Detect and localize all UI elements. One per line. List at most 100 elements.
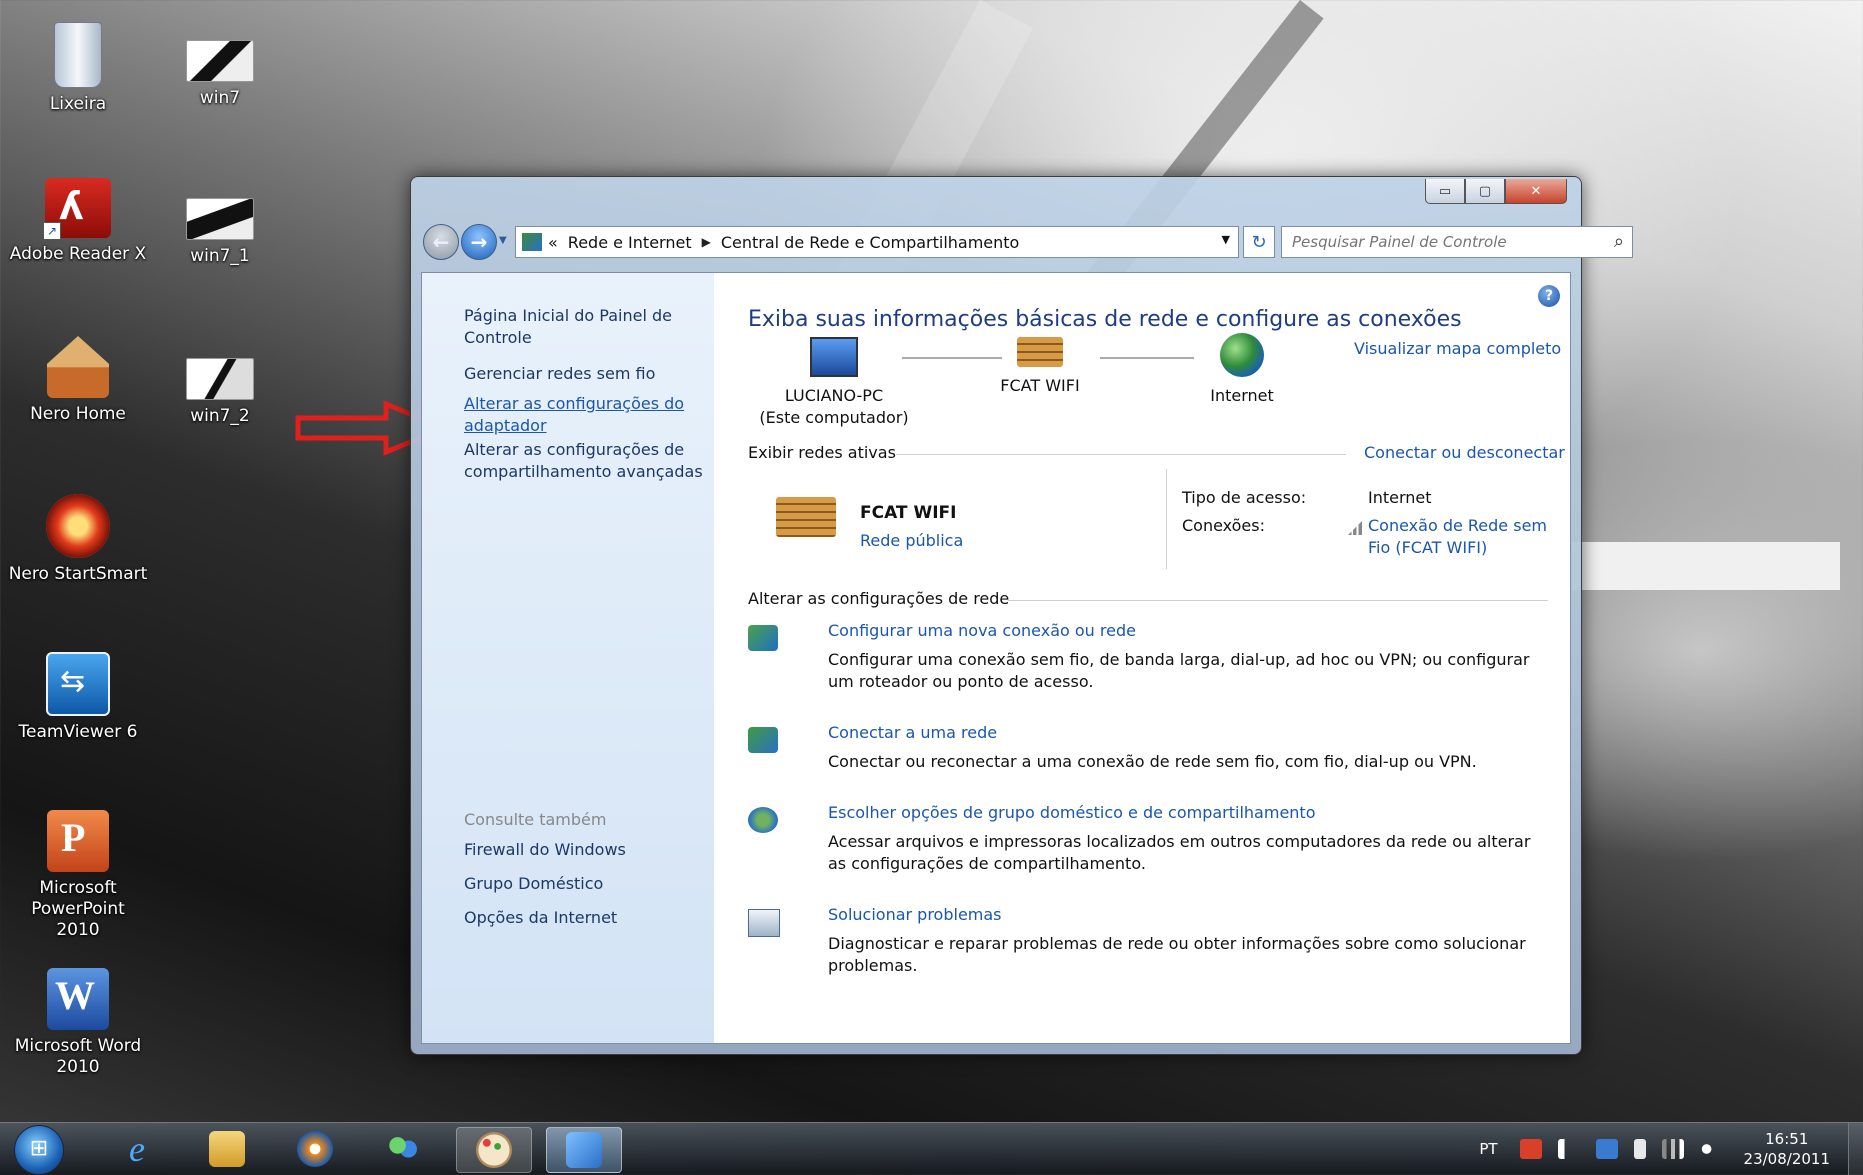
breadcrumb-separator-icon[interactable]: ▶ [702, 235, 711, 249]
internet-globe-icon [1220, 333, 1264, 377]
troubleshoot-icon [748, 909, 780, 937]
start-button[interactable]: ⊞ [14, 1125, 64, 1175]
desktop-icon-nero-startsmart[interactable]: Nero StartSmart [8, 494, 148, 585]
navigation-bar: ← → ▼ « Rede e Internet ▶ Central de Red… [423, 221, 1633, 261]
task-link[interactable]: Conectar a uma rede [828, 723, 997, 742]
system-tray: PT 16:51 23/08/2011 [1479, 1123, 1863, 1175]
desktop-icon-teamviewer[interactable]: ⇆ TeamViewer 6 [8, 652, 148, 743]
windows-firewall-link[interactable]: Firewall do Windows [464, 839, 626, 861]
internet-explorer-icon: e [129, 1129, 145, 1169]
connect-network-icon [748, 727, 778, 753]
taskbar-paint[interactable] [456, 1127, 532, 1173]
map-node-network[interactable]: FCAT WIFI [960, 337, 1120, 397]
teamviewer-icon: ⇆ [46, 652, 110, 716]
view-full-map-link[interactable]: Visualizar mapa completo [1354, 339, 1561, 358]
taskbar-internet-explorer[interactable]: e [100, 1127, 174, 1171]
image-file-icon [186, 198, 254, 240]
minimize-button[interactable]: ▭ [1425, 179, 1465, 204]
nero-startsmart-icon [46, 494, 110, 558]
network-type-link[interactable]: Rede pública [860, 531, 963, 550]
signal-strength-icon [1348, 521, 1362, 535]
paint-icon [476, 1132, 512, 1168]
antivirus-icon[interactable] [1519, 1139, 1542, 1159]
task-new-connection: Configurar uma nova conexão ou rede Conf… [748, 621, 1529, 701]
task-link[interactable]: Solucionar problemas [828, 905, 1002, 924]
clock[interactable]: 16:51 23/08/2011 [1744, 1129, 1830, 1169]
computer-icon [810, 337, 858, 377]
access-type-label: Tipo de acesso: [1182, 488, 1307, 507]
address-overflow-chevron[interactable]: « [548, 233, 558, 252]
desktop-icon-win7[interactable]: win7 [150, 40, 290, 109]
homegroup-link[interactable]: Grupo Doméstico [464, 873, 603, 895]
back-button[interactable]: ← [423, 224, 459, 260]
signal-icon[interactable] [1661, 1139, 1684, 1159]
desktop-icon-win7-1[interactable]: win7_1 [150, 198, 290, 267]
address-dropdown-icon[interactable]: ▼ [1222, 233, 1230, 246]
show-desktop-button[interactable] [1848, 1123, 1863, 1175]
language-indicator[interactable]: PT [1479, 1140, 1497, 1158]
network-name: FCAT WIFI [860, 503, 957, 523]
taskbar-control-panel[interactable] [546, 1127, 622, 1173]
battery-icon[interactable] [1633, 1139, 1646, 1159]
task-link[interactable]: Escolher opções de grupo doméstico e de … [828, 803, 1315, 822]
section-rule [1008, 600, 1548, 601]
action-center-flag-icon[interactable] [1557, 1139, 1580, 1159]
left-task-pane: Página Inicial do Painel de Controle Ger… [422, 273, 714, 1043]
task-troubleshoot: Solucionar problemas Diagnosticar e repa… [748, 905, 1526, 985]
search-input[interactable] [1290, 232, 1594, 252]
folder-icon [209, 1131, 245, 1167]
public-network-bench-icon [1017, 337, 1063, 367]
control-panel-home-link[interactable]: Página Inicial do Painel de Controle [464, 305, 694, 349]
adobe-reader-icon: ʎ ↗ [43, 178, 111, 240]
recent-pages-dropdown[interactable]: ▼ [499, 235, 507, 246]
internet-options-link[interactable]: Opções da Internet [464, 907, 617, 929]
volume-icon[interactable] [1699, 1139, 1722, 1159]
task-description: Configurar uma conexão sem fio, de banda… [828, 650, 1530, 691]
desktop-icon-nero-home[interactable]: Nero Home [8, 336, 148, 425]
connect-disconnect-link[interactable]: Conectar ou desconectar [1364, 443, 1565, 462]
refresh-icon[interactable]: ↻ [1243, 226, 1275, 258]
desktop-icon-word[interactable]: W Microsoft Word 2010 [8, 968, 148, 1078]
wireless-connection-link[interactable]: Conexão de Rede sem Fio (FCAT WIFI) [1368, 515, 1568, 559]
manage-wireless-link[interactable]: Gerenciar redes sem fio [464, 363, 655, 385]
messenger-icon [385, 1131, 421, 1167]
powerpoint-icon: P [47, 810, 109, 872]
task-homegroup: Escolher opções de grupo doméstico e de … [748, 803, 1530, 883]
forward-button[interactable]: → [461, 224, 497, 260]
taskbar-media-player[interactable] [278, 1127, 352, 1171]
media-player-icon [297, 1131, 333, 1167]
access-type-value: Internet [1368, 488, 1432, 507]
advanced-sharing-settings-link[interactable]: Alterar as configurações de compartilham… [464, 439, 704, 483]
taskbar-messenger[interactable] [366, 1127, 440, 1171]
change-adapter-settings-link[interactable]: Alterar as configurações do adaptador [464, 393, 694, 437]
task-description: Diagnosticar e reparar problemas de rede… [828, 934, 1526, 975]
help-icon[interactable]: ? [1538, 285, 1560, 307]
nero-home-icon [47, 336, 109, 398]
word-icon: W [47, 968, 109, 1030]
image-file-icon [186, 40, 254, 82]
address-bar[interactable]: « Rede e Internet ▶ Central de Rede e Co… [515, 226, 1239, 258]
task-link[interactable]: Configurar uma nova conexão ou rede [828, 621, 1136, 640]
taskbar: ⊞ e PT 16:51 23/08/2011 [0, 1122, 1863, 1175]
window-caption-buttons: ▭ ▢ ✕ [1425, 179, 1567, 204]
main-pane: ? Exiba suas informações básicas de rede… [714, 273, 1570, 1043]
breadcrumb-rede-e-internet[interactable]: Rede e Internet [568, 233, 692, 252]
connections-label: Conexões: [1182, 516, 1265, 535]
divider [1166, 469, 1167, 569]
breadcrumb-central-de-rede[interactable]: Central de Rede e Compartilhamento [721, 233, 1020, 252]
search-icon[interactable]: ⌕ [1614, 231, 1624, 252]
taskbar-explorer[interactable] [190, 1127, 264, 1171]
clock-time: 16:51 [1765, 1130, 1809, 1148]
map-node-internet[interactable]: Internet [1162, 333, 1322, 407]
desktop-icon-adobe-reader[interactable]: ʎ ↗ Adobe Reader X [8, 178, 148, 265]
task-description: Acessar arquivos e impressoras localizad… [828, 832, 1531, 873]
close-button[interactable]: ✕ [1505, 179, 1567, 204]
search-box[interactable]: ⌕ [1281, 226, 1633, 258]
recycle-bin-icon [54, 22, 102, 88]
network-tray-icon[interactable] [1595, 1139, 1618, 1159]
map-node-computer[interactable]: LUCIANO-PC (Este computador) [754, 337, 914, 429]
desktop-icon-win7-2[interactable]: win7_2 [150, 358, 290, 427]
desktop-icon-powerpoint[interactable]: P Microsoft PowerPoint 2010 [8, 810, 148, 941]
desktop-icon-lixeira[interactable]: Lixeira [8, 22, 148, 115]
maximize-button[interactable]: ▢ [1465, 179, 1505, 204]
